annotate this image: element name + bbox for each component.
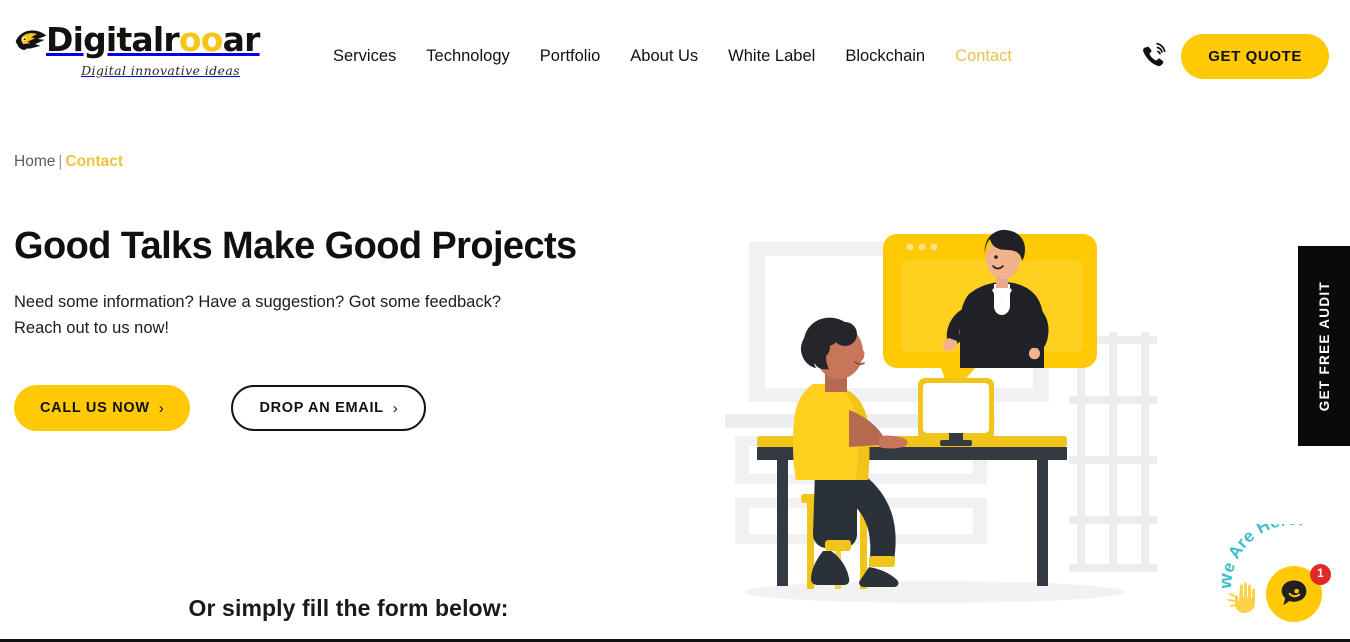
- roaring-tiger-icon: [14, 28, 48, 58]
- video-call-at-desk-illustration: [697, 214, 1177, 606]
- nav-item-contact[interactable]: Contact: [940, 44, 1027, 68]
- site-logo[interactable]: Digitalrooar Digital innovative ideas: [14, 22, 260, 84]
- drop-an-email-label: DROP AN EMAIL: [259, 400, 384, 416]
- call-us-now-label: CALL US NOW: [40, 400, 150, 416]
- main-navigation: Services Technology Portfolio About Us W…: [318, 44, 1027, 68]
- form-section-heading: Or simply fill the form below:: [188, 595, 509, 621]
- get-free-audit-tab[interactable]: GET FREE AUDIT: [1298, 246, 1350, 446]
- chevron-right-icon: ›: [392, 399, 399, 417]
- call-us-now-button[interactable]: CALL US NOW ›: [14, 385, 191, 431]
- nav-item-about-us[interactable]: About Us: [615, 44, 713, 68]
- site-header: Digitalrooar Digital innovative ideas Se…: [0, 0, 1350, 112]
- logo-row: Digitalrooar: [14, 22, 260, 62]
- phone-ring-icon[interactable]: [1138, 42, 1168, 72]
- breadcrumb-separator: |: [58, 153, 63, 170]
- waving-hand-icon: [1228, 580, 1262, 614]
- logo-tagline: Digital innovative ideas: [81, 63, 240, 78]
- nav-item-technology[interactable]: Technology: [411, 44, 524, 68]
- nav-item-services[interactable]: Services: [318, 44, 411, 68]
- get-free-audit-label: GET FREE AUDIT: [1316, 280, 1332, 412]
- chat-widget: We Are Here! 1: [1222, 524, 1350, 642]
- logo-wordmark: Digitalrooar: [46, 20, 260, 59]
- get-quote-button[interactable]: GET QUOTE: [1181, 34, 1329, 79]
- chat-unread-badge: 1: [1310, 564, 1331, 585]
- chevron-right-icon: ›: [158, 399, 165, 417]
- hero-cta-row: CALL US NOW › DROP AN EMAIL ›: [14, 385, 427, 431]
- contact-page: Digitalrooar Digital innovative ideas Se…: [0, 0, 1350, 642]
- nav-item-blockchain[interactable]: Blockchain: [830, 44, 940, 68]
- header-actions: GET QUOTE: [1138, 34, 1329, 79]
- chat-bubble-icon: [1279, 577, 1309, 612]
- hero-subtext-line2: Reach out to us now!: [14, 319, 170, 337]
- hero-subtext-line1: Need some information? Have a suggestion…: [14, 293, 502, 311]
- hero-subtext: Need some information? Have a suggestion…: [14, 289, 501, 341]
- nav-item-white-label[interactable]: White Label: [713, 44, 830, 68]
- nav-item-portfolio[interactable]: Portfolio: [525, 44, 616, 68]
- drop-an-email-button[interactable]: DROP AN EMAIL ›: [231, 385, 427, 431]
- breadcrumb: Home | Contact: [14, 153, 123, 171]
- breadcrumb-home[interactable]: Home: [14, 153, 55, 170]
- breadcrumb-current: Contact: [65, 153, 124, 170]
- page-title: Good Talks Make Good Projects: [14, 225, 577, 267]
